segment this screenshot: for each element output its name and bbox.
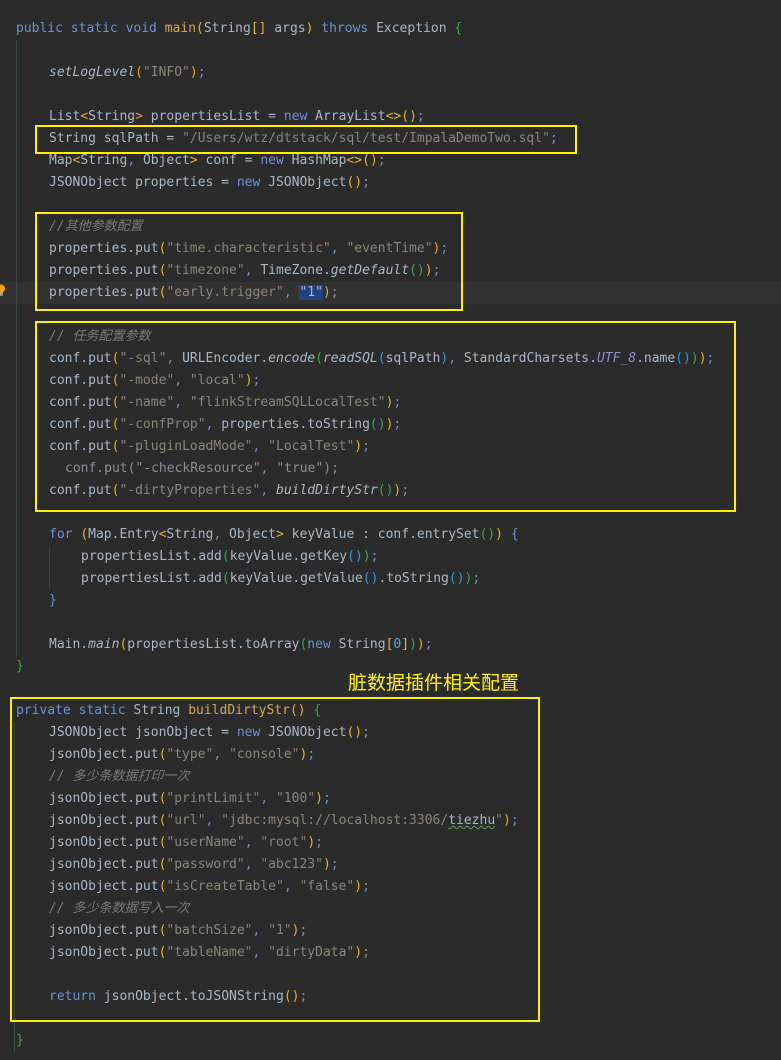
code-token: () — [347, 549, 363, 564]
code-token: propertiesList.add — [81, 549, 222, 564]
code-token: public static void — [16, 21, 165, 36]
code-token: String — [80, 153, 128, 168]
code-token: [] — [250, 21, 267, 36]
code-token: keyValue.getKey — [229, 549, 348, 564]
indent-guide — [16, 40, 17, 656]
code-token: HashMap — [291, 153, 347, 168]
code-token: () — [362, 571, 379, 586]
code-token: <> — [346, 153, 363, 168]
code-token: main — [88, 637, 120, 652]
code-token: > — [189, 153, 198, 168]
code-token: args — [266, 21, 306, 36]
code-token: String — [166, 527, 214, 542]
code-token: ; — [416, 109, 425, 124]
code-token: String — [88, 109, 136, 124]
code-token: ) — [416, 637, 425, 652]
code-token: ( — [135, 65, 143, 80]
code-token: ( — [80, 527, 89, 542]
code-token: <> — [385, 109, 402, 124]
code-token: .toString — [378, 571, 449, 586]
annotation-dirty-plugin-config: 脏数据插件相关配置 — [348, 672, 520, 694]
code-token: propertiesList = — [142, 109, 284, 124]
code-token: > — [135, 109, 143, 124]
code-token: Object — [229, 527, 277, 542]
code-token: ( — [221, 571, 230, 586]
code-token: ArrayList — [315, 109, 386, 124]
code-token: "INFO" — [142, 65, 190, 80]
code-token: () — [448, 571, 465, 586]
code-token: for — [49, 527, 81, 542]
highlight-box-sqlpath — [35, 125, 577, 154]
code-token: Exception — [376, 21, 455, 36]
code-line[interactable]: public static void main(String[] args) t… — [16, 18, 462, 40]
code-token: { — [454, 21, 463, 36]
code-token: keyValue : conf.entrySet — [283, 527, 480, 542]
code-token: ( — [221, 549, 230, 564]
code-token: { — [503, 527, 519, 542]
code-line[interactable]: propertiesList.add(keyValue.getKey()); — [81, 546, 378, 568]
indent-guide — [49, 546, 50, 590]
code-line[interactable]: Main.main(propertiesList.toArray(new Str… — [49, 634, 433, 656]
code-line[interactable]: propertiesList.add(keyValue.getValue().t… — [81, 568, 480, 590]
code-line[interactable]: for (Map.Entry<String, Object> keyValue … — [49, 524, 519, 546]
code-token: JSONObject — [268, 175, 347, 190]
code-token: ; — [472, 571, 481, 586]
code-token: String — [203, 21, 251, 36]
code-token: main — [164, 21, 197, 36]
code-line[interactable]: } — [16, 656, 24, 678]
code-token: ; — [424, 637, 433, 652]
code-token: () — [401, 109, 417, 124]
code-token: conf = — [197, 153, 261, 168]
code-token: ( — [196, 21, 204, 36]
code-token: > — [276, 527, 284, 542]
code-line[interactable]: setLogLevel("INFO"); — [49, 62, 206, 84]
code-token: ) — [189, 65, 198, 80]
code-token: ; — [370, 549, 379, 564]
code-token: ; — [362, 175, 370, 190]
code-line[interactable]: JSONObject properties = new JSONObject()… — [49, 172, 370, 194]
code-token: Map — [49, 153, 73, 168]
code-token: Main. — [49, 637, 89, 652]
code-token: Map.Entry — [88, 527, 159, 542]
code-token: ; — [197, 65, 206, 80]
code-token: , — [127, 153, 143, 168]
code-line[interactable]: } — [49, 590, 57, 612]
code-token: new — [236, 175, 269, 190]
code-token: ) — [495, 527, 503, 542]
code-token: new — [260, 153, 292, 168]
code-token: ) — [362, 549, 371, 564]
highlight-box-task-params — [35, 321, 736, 512]
highlight-box-other-params — [35, 212, 463, 311]
code-token: } — [49, 593, 57, 608]
code-token: ] — [401, 637, 410, 652]
code-token: ; — [377, 153, 386, 168]
highlight-box-dirty-plugin — [10, 697, 540, 1022]
code-token: setLogLevel — [49, 65, 136, 80]
code-token: } — [16, 1033, 24, 1048]
code-token: () — [362, 153, 378, 168]
code-token: () — [346, 175, 363, 190]
code-token: propertiesList.add — [81, 571, 222, 586]
code-token: } — [16, 659, 24, 674]
code-token: Object — [142, 153, 190, 168]
code-token: keyValue.getValue — [229, 571, 363, 586]
code-token: ) — [409, 637, 417, 652]
code-line[interactable]: } — [16, 1030, 24, 1052]
code-token: String — [338, 637, 386, 652]
code-token: propertiesList.toArray — [127, 637, 300, 652]
code-token: new — [307, 637, 339, 652]
code-token: throws — [313, 21, 377, 36]
code-token: new — [283, 109, 316, 124]
lightbulb-icon[interactable] — [0, 284, 6, 296]
code-token: () — [479, 527, 496, 542]
code-token: < — [80, 109, 89, 124]
code-token: List — [49, 109, 81, 124]
code-token: , — [213, 527, 230, 542]
code-token: JSONObject properties = — [49, 175, 237, 190]
